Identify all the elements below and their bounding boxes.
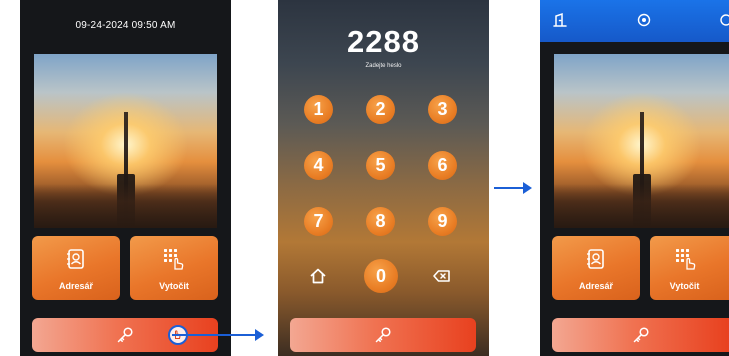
camera-preview	[34, 54, 217, 228]
key-7[interactable]: 7	[304, 207, 333, 236]
unlock-bar[interactable]	[290, 318, 476, 352]
address-book-icon	[587, 249, 604, 269]
address-book-label: Adresář	[58, 281, 94, 291]
key-6[interactable]: 6	[428, 151, 457, 180]
address-book-label: Adresář	[578, 281, 614, 291]
entered-code: 2288	[347, 24, 420, 59]
unlock-bar[interactable]	[552, 318, 729, 352]
key-0[interactable]: 0	[364, 259, 398, 293]
door-open-icon	[553, 12, 567, 27]
key-icon	[375, 327, 391, 343]
key-2[interactable]: 2	[366, 95, 395, 124]
flow-arrow-line-1	[172, 334, 256, 336]
key-1[interactable]: 1	[304, 95, 333, 124]
more-icon[interactable]	[718, 12, 729, 28]
flow-arrow-head-2	[523, 182, 532, 194]
dial-button[interactable]: Vytočit	[650, 236, 729, 300]
dialpad-tap-icon	[675, 249, 695, 270]
dial-button[interactable]: Vytočit	[130, 236, 218, 300]
dial-label: Vytočit	[159, 281, 189, 291]
key-4[interactable]: 4	[304, 151, 333, 180]
home-icon[interactable]	[308, 266, 328, 286]
datetime-label: 09-24-2024 09:50 AM	[75, 20, 176, 31]
address-book-button[interactable]: Adresář	[552, 236, 640, 300]
camera-preview	[554, 54, 729, 228]
key-icon	[117, 327, 133, 343]
address-book-icon	[67, 249, 84, 269]
flow-arrow-head-1	[255, 329, 264, 341]
home-screen: 09-24-2024 09:50 AM Adresář Vytočit	[20, 0, 231, 356]
status-topbar	[540, 0, 729, 42]
dialpad-tap-icon	[164, 249, 184, 270]
key-5[interactable]: 5	[366, 151, 395, 180]
key-3[interactable]: 3	[428, 95, 457, 124]
settings-icon[interactable]	[636, 12, 652, 28]
backspace-icon[interactable]	[432, 266, 452, 286]
key-9[interactable]: 9	[428, 207, 457, 236]
unlocked-screen: Adresář Vytočit	[540, 0, 729, 356]
key-icon	[633, 327, 649, 343]
flow-arrow-line-2	[494, 187, 524, 189]
address-book-button[interactable]: Adresář	[32, 236, 120, 300]
password-hint: Zadejte heslo	[365, 63, 402, 69]
key-8[interactable]: 8	[366, 207, 395, 236]
dial-label: Vytočit	[669, 281, 700, 291]
keypad-screen: 2288 Zadejte heslo 1 2 3 4 5 6 7 8 9 0	[278, 0, 489, 356]
